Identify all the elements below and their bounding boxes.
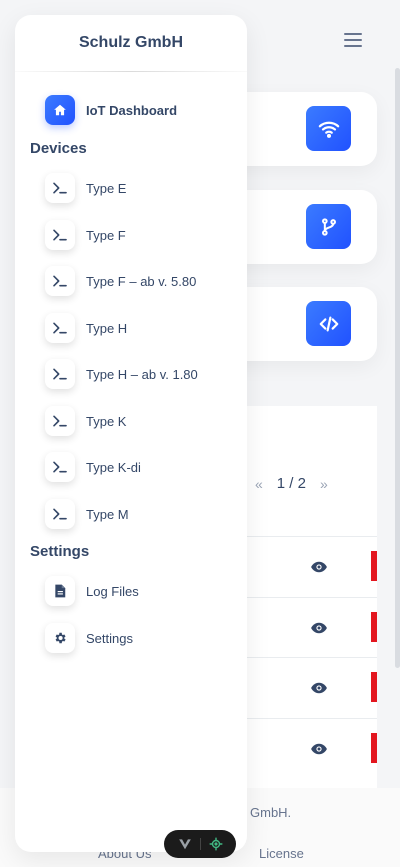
vue-logo-icon: [178, 839, 191, 850]
menu-toggle-button[interactable]: [344, 33, 362, 47]
pager-prev-button[interactable]: «: [255, 476, 263, 492]
git-branch-icon: [306, 204, 351, 249]
sidebar-item-label: Type H: [86, 320, 128, 336]
wifi-icon: [306, 106, 351, 151]
devtools-toggle[interactable]: [164, 830, 236, 858]
scrollbar[interactable]: [395, 68, 400, 668]
devtools-separator: [199, 838, 201, 850]
status-indicator: [371, 612, 377, 642]
eye-icon[interactable]: [310, 679, 328, 697]
sidebar-item-settings[interactable]: Settings: [45, 623, 133, 653]
eye-icon[interactable]: [310, 558, 328, 576]
status-indicator: [371, 551, 377, 581]
eye-icon[interactable]: [310, 619, 328, 637]
pager-current: 1 / 2: [276, 475, 306, 492]
terminal-icon: [45, 220, 75, 250]
sidebar-item-type-h[interactable]: Type H: [45, 313, 127, 343]
sidebar-item-label: IoT Dashboard: [86, 102, 178, 118]
status-indicator: [371, 672, 377, 702]
footer-link-license[interactable]: License: [259, 846, 304, 861]
sidebar-item-label: Log Files: [86, 583, 139, 599]
sidebar-item-iot-dashboard[interactable]: IoT Dashboard: [45, 95, 177, 125]
sidebar-item-label: Type K: [86, 413, 127, 429]
sidebar-item-log-files[interactable]: Log Files: [45, 576, 139, 606]
footer-copyright: GmbH.: [250, 805, 292, 820]
terminal-icon: [45, 406, 75, 436]
file-icon: [45, 576, 75, 606]
sidebar-item-label: Type K-di: [86, 459, 141, 475]
sidebar-divider: [15, 71, 247, 72]
pagination: « 1 / 2 »: [255, 475, 328, 492]
eye-icon[interactable]: [310, 740, 328, 758]
sidebar: Schulz GmbH IoT Dashboard Devices Type E…: [15, 15, 247, 852]
terminal-icon: [45, 173, 75, 203]
section-title-settings: Settings: [30, 543, 90, 560]
sidebar-item-label: Type F: [86, 227, 126, 243]
section-title-devices: Devices: [30, 140, 87, 157]
sidebar-item-type-e[interactable]: Type E: [45, 173, 126, 203]
home-icon: [45, 95, 75, 125]
terminal-icon: [45, 266, 75, 296]
sidebar-item-label: Settings: [86, 630, 133, 646]
sidebar-item-label: Type E: [86, 180, 127, 196]
sidebar-item-label: Type F – ab v. 5.80: [86, 273, 197, 289]
sidebar-item-label: Type H – ab v. 1.80: [86, 366, 198, 382]
code-icon: [306, 301, 351, 346]
sidebar-item-type-f-580[interactable]: Type F – ab v. 5.80: [45, 266, 196, 296]
pager-next-button[interactable]: »: [320, 476, 328, 492]
sidebar-item-type-k-di[interactable]: Type K-di: [45, 452, 141, 482]
status-indicator: [371, 733, 377, 763]
brand-title[interactable]: Schulz GmbH: [15, 15, 247, 71]
inspect-target-icon[interactable]: [208, 837, 223, 851]
sidebar-item-type-h-180[interactable]: Type H – ab v. 1.80: [45, 359, 198, 389]
sidebar-item-type-m[interactable]: Type M: [45, 499, 129, 529]
sidebar-item-type-k[interactable]: Type K: [45, 406, 126, 436]
terminal-icon: [45, 313, 75, 343]
sidebar-item-type-f[interactable]: Type F: [45, 220, 126, 250]
gear-icon: [45, 623, 75, 653]
sidebar-item-label: Type M: [86, 506, 129, 522]
terminal-icon: [45, 359, 75, 389]
terminal-icon: [45, 452, 75, 482]
terminal-icon: [45, 499, 75, 529]
